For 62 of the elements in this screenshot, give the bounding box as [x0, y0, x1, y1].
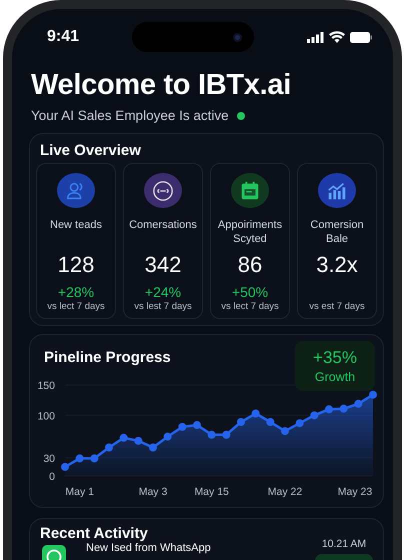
data-point — [76, 454, 84, 462]
stat-change: +28% — [58, 284, 94, 301]
section-title: Pineline Progress — [44, 349, 171, 366]
stat-period: vs lect 7 days — [221, 301, 279, 312]
data-point — [237, 418, 245, 426]
signal-icon — [307, 32, 324, 42]
stat-label: Comersations — [129, 218, 197, 234]
data-point — [340, 404, 348, 413]
data-point — [222, 430, 230, 439]
axis-label: May 1 — [65, 486, 94, 498]
axis-label: 150 — [37, 380, 55, 392]
status-time: 9:41 — [47, 28, 80, 46]
data-point — [149, 443, 157, 452]
data-point — [178, 422, 186, 431]
data-point — [369, 390, 377, 399]
data-point — [266, 418, 274, 426]
data-point — [105, 443, 113, 452]
data-point — [310, 411, 318, 420]
data-point — [134, 436, 142, 445]
data-point — [281, 427, 289, 436]
axis-label: 30 — [43, 452, 55, 465]
data-point — [252, 410, 260, 418]
stat-value: 86 — [238, 252, 262, 278]
stat-change: +50% — [232, 284, 268, 301]
activity-title: New Ised from WhatsApp — [86, 542, 212, 555]
stat-change: +24% — [144, 284, 182, 301]
data-point — [325, 405, 333, 414]
axis-label: May 23 — [338, 486, 372, 498]
stat-value: 342 — [144, 252, 182, 278]
axis-label: May 15 — [194, 486, 229, 498]
stat-period: vs lest 7 days — [134, 301, 192, 312]
data-point — [193, 421, 201, 430]
wifi-icon — [329, 31, 345, 43]
data-point — [354, 400, 362, 408]
axis-label: 0 — [49, 471, 55, 483]
battery-icon — [350, 32, 372, 42]
growth-value: +35% — [313, 348, 357, 368]
axis-label: 100 — [37, 410, 55, 422]
stat-value: 128 — [58, 252, 94, 278]
data-point — [296, 419, 304, 428]
data-point — [61, 462, 69, 471]
stat-label: Appoiriments Scyted — [216, 218, 284, 246]
status-subtitle: Your AI Sales Employee Is active — [31, 108, 229, 123]
data-point — [164, 432, 172, 441]
data-point — [120, 434, 128, 442]
axis-label: May 3 — [138, 486, 168, 498]
stat-period: vs est 7 days — [309, 301, 365, 312]
data-point — [90, 454, 98, 462]
data-point — [208, 430, 216, 439]
axis-label: May 22 — [268, 486, 302, 498]
camera-icon — [233, 32, 242, 42]
stat-label: Comersion Bale — [309, 218, 365, 246]
section-title: Recent Activity — [40, 525, 149, 542]
growth-label: Growth — [314, 370, 356, 384]
stat-period: vs lect 7 days — [47, 301, 105, 312]
link-icon — [152, 180, 174, 202]
stat-value: 3.2x — [316, 252, 358, 278]
activity-time: 10.21 AM — [322, 538, 366, 550]
calendar-icon — [239, 180, 261, 202]
welcome-title: Welcome to IBTx.ai — [31, 69, 292, 102]
stat-label: New teads — [50, 218, 102, 234]
section-title: Live Overview — [40, 142, 142, 159]
